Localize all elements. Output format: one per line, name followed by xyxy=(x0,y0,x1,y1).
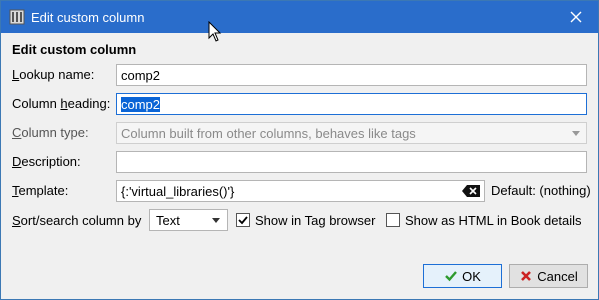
column-type-dropdown[interactable]: Column built from other columns, behaves… xyxy=(116,122,587,144)
edit-custom-column-dialog: Edit custom column Edit custom column Lo… xyxy=(0,0,599,300)
description-input[interactable] xyxy=(116,151,587,173)
lookup-name-input[interactable]: comp2 xyxy=(116,64,587,86)
template-input[interactable]: {:'virtual_libraries()'} xyxy=(116,180,485,202)
sort-search-label: Sort/search column by xyxy=(12,213,142,228)
title-bar[interactable]: Edit custom column xyxy=(1,1,598,33)
clear-text-icon[interactable] xyxy=(462,185,480,197)
ok-button[interactable]: OK xyxy=(423,264,502,288)
cancel-x-icon xyxy=(521,271,532,281)
cancel-button[interactable]: Cancel xyxy=(509,264,588,288)
chevron-down-icon xyxy=(212,218,220,223)
close-icon xyxy=(570,11,582,23)
chevron-down-icon xyxy=(572,131,580,136)
column-type-label: Column type: xyxy=(12,125,89,140)
close-button[interactable] xyxy=(554,1,598,33)
checkmark-icon xyxy=(445,271,458,282)
lookup-name-label: Lookup name: xyxy=(12,67,95,82)
template-label: Template: xyxy=(12,183,69,198)
column-heading-label: Column heading: xyxy=(12,96,111,111)
show-as-html-checkbox[interactable] xyxy=(386,213,400,227)
form-heading: Edit custom column xyxy=(12,42,137,57)
show-in-tag-browser-checkbox[interactable] xyxy=(236,213,250,227)
cancel-button-label: Cancel xyxy=(537,268,578,284)
dialog-body: Edit custom column Lookup name: comp2 Co… xyxy=(1,33,598,299)
description-label: Description: xyxy=(12,154,81,169)
show-in-tag-browser-label[interactable]: Show in Tag browser xyxy=(255,213,375,228)
show-as-html-label[interactable]: Show as HTML in Book details xyxy=(405,213,582,228)
library-icon xyxy=(9,9,25,25)
template-default-text: Default: (nothing) xyxy=(491,183,591,198)
sort-search-dropdown[interactable]: Text xyxy=(149,209,228,231)
ok-button-label: OK xyxy=(462,268,481,284)
checkmark-icon xyxy=(238,216,248,225)
window-title: Edit custom column xyxy=(31,10,145,25)
column-heading-input[interactable]: comp2 xyxy=(116,93,587,115)
